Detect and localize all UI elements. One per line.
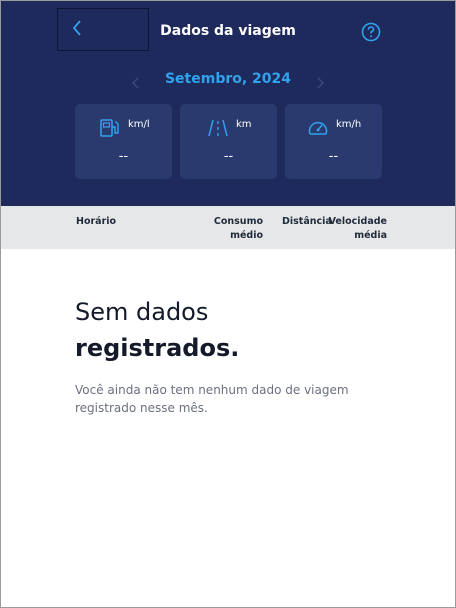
stat-card-speed: km/h -- — [285, 104, 382, 179]
stat-unit: km/h — [336, 119, 362, 130]
help-circle-icon — [361, 22, 381, 46]
column-speed-line1: Velocidade — [328, 216, 387, 227]
column-consumption: Consumo médio — [203, 215, 263, 243]
stat-value: -- — [223, 149, 234, 164]
help-button[interactable] — [361, 22, 381, 42]
app-frame: Dados da viagem Setembro, 2024 km/l -- k… — [0, 0, 456, 608]
column-time: Horário — [76, 216, 117, 227]
month-selector: Setembro, 2024 — [1, 71, 455, 91]
road-icon — [208, 118, 228, 142]
table-header: Horário Consumo médio Distância Velocida… — [1, 206, 455, 249]
stat-value: -- — [328, 149, 339, 164]
stat-unit: km/l — [128, 119, 150, 130]
column-consumption-line1: Consumo — [213, 216, 263, 227]
stat-value: -- — [118, 149, 129, 164]
header: Dados da viagem Setembro, 2024 km/l -- k… — [1, 1, 455, 206]
page-title: Dados da viagem — [160, 23, 296, 39]
stat-card-consumption: km/l -- — [75, 104, 172, 179]
column-speed: Velocidade média — [317, 215, 387, 243]
fuel-pump-icon — [100, 118, 122, 142]
empty-state-title: Sem dados — [75, 298, 209, 326]
chevron-right-icon — [317, 74, 324, 93]
column-speed-line2: média — [354, 230, 387, 241]
empty-state-title-bold: registrados. — [75, 334, 240, 362]
month-label: Setembro, 2024 — [164, 71, 292, 87]
month-next-button[interactable] — [317, 74, 324, 93]
speedometer-icon — [307, 118, 329, 142]
empty-state-description: Você ainda não tem nenhum dado de viagem… — [75, 383, 349, 415]
column-consumption-line2: médio — [230, 230, 263, 241]
stat-card-distance: km -- — [180, 104, 277, 179]
stat-unit: km — [236, 119, 252, 130]
